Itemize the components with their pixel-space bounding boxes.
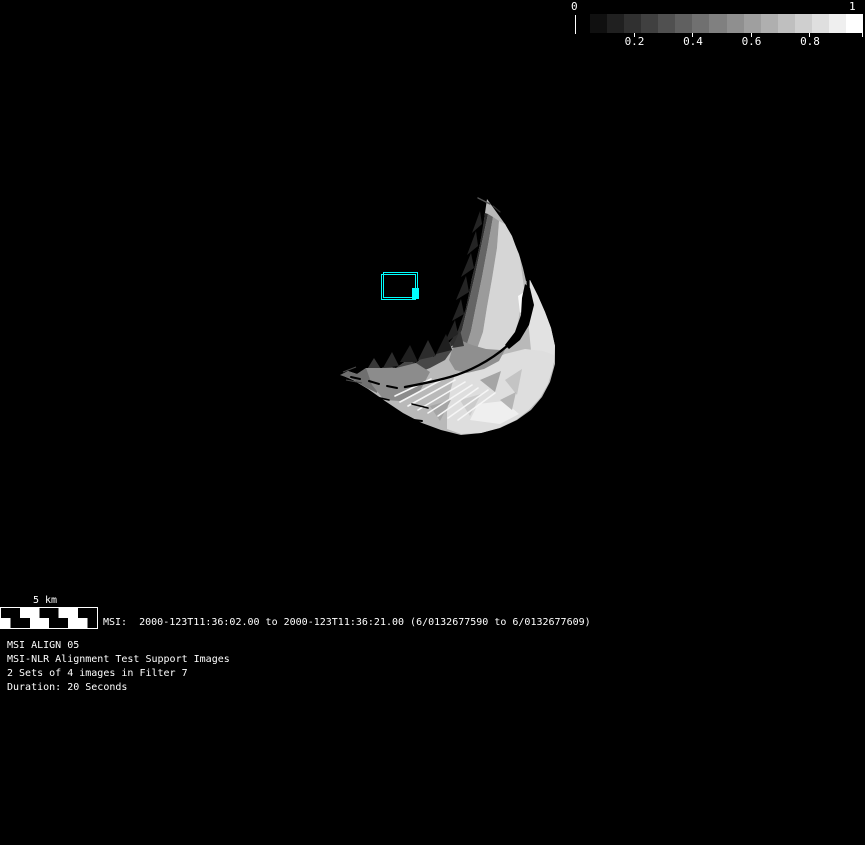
asteroid-render xyxy=(340,197,555,435)
sequence-id: MSI ALIGN 05 xyxy=(7,640,80,651)
colorbar-tick-label: 0.6 xyxy=(741,35,762,48)
scale-bar-row-bottom xyxy=(1,618,97,628)
scale-bar xyxy=(0,607,98,629)
scale-bar-label: 5 km xyxy=(33,595,58,606)
sequence-info-block: MSI ALIGN 05 MSI-NLR Alignment Test Supp… xyxy=(7,639,230,695)
colorbar-tick-label: 0.4 xyxy=(683,35,703,48)
scale-bar-row-top xyxy=(1,608,97,618)
colorbar-ticks: 0.2 0.4 0.6 0.8 xyxy=(565,0,865,52)
sequence-description: MSI-NLR Alignment Test Support Images xyxy=(7,654,230,665)
nlr-footprint-marker xyxy=(412,288,419,299)
sequence-images-info: 2 Sets of 4 images in Filter 7 xyxy=(7,668,188,679)
sequence-duration: Duration: 20 Seconds xyxy=(7,682,128,693)
observation-time-range: MSI: 2000-123T11:36:02.00 to 2000-123T11… xyxy=(103,617,591,628)
colorbar-tick-label: 0.8 xyxy=(800,35,820,48)
colorbar: 0 1 0.2 0.4 0.6 0.8 xyxy=(565,0,865,52)
colorbar-tick-label: 0.2 xyxy=(624,35,645,48)
